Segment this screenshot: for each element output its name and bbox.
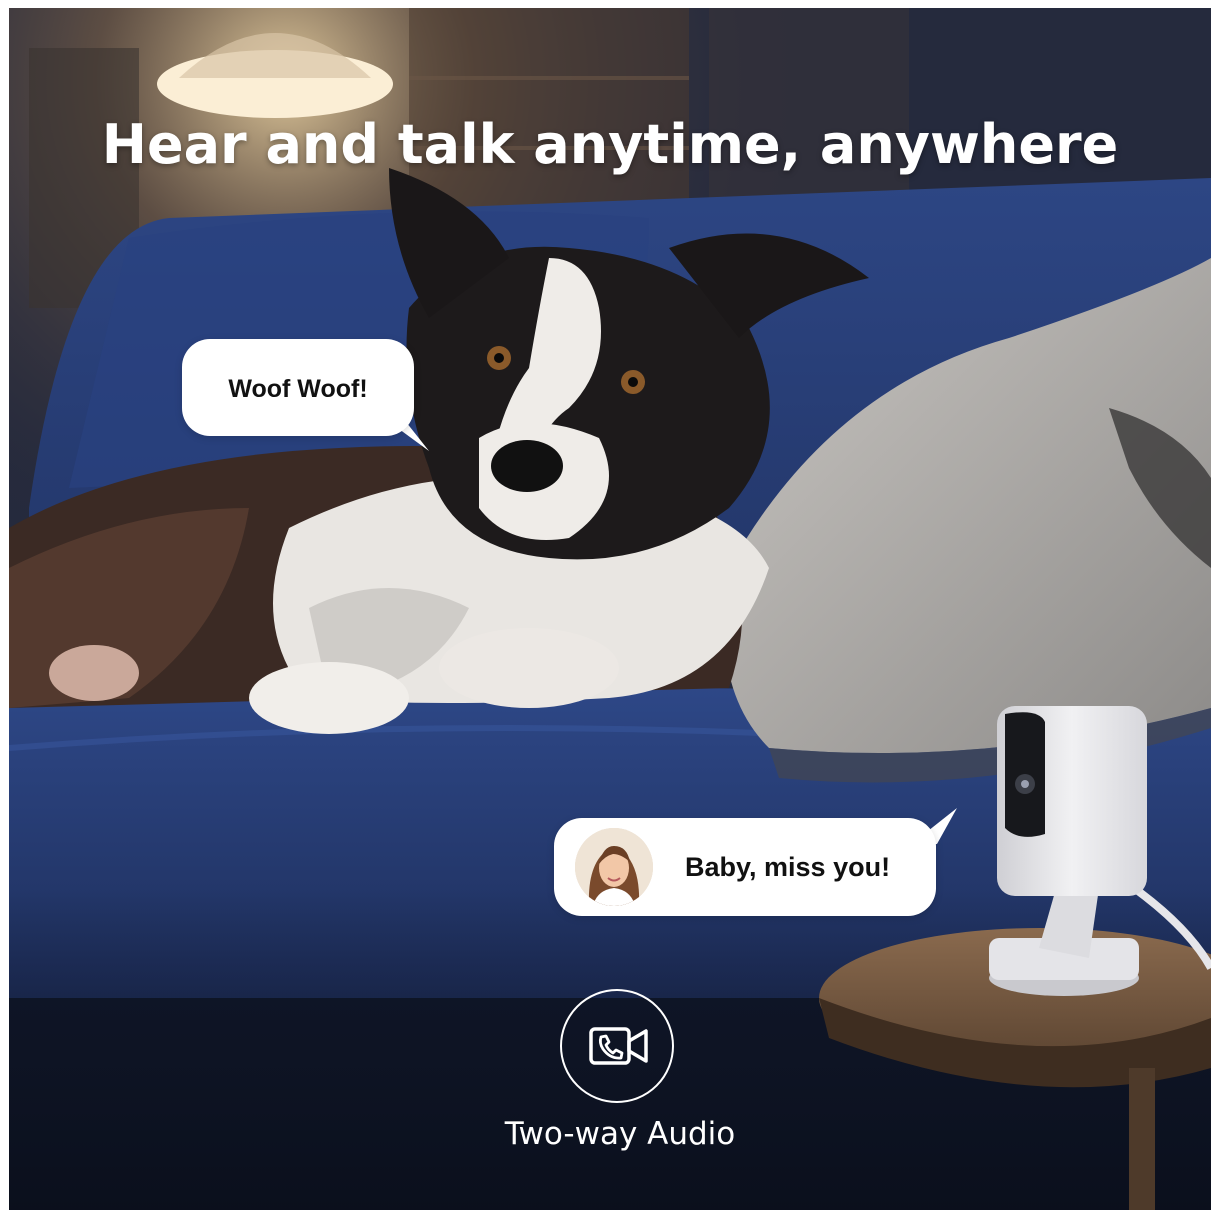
owner-bubble-text: Baby, miss you! — [685, 852, 891, 882]
owner-speech-bubble: Baby, miss you! — [554, 818, 936, 916]
woman-avatar-icon — [575, 828, 653, 906]
dog-speech-bubble: Woof Woof! — [182, 339, 414, 436]
video-call-icon — [560, 989, 674, 1103]
feature-label: Two-way Audio — [504, 1116, 736, 1152]
dog-bubble-text: Woof Woof! — [228, 375, 368, 403]
headline: Hear and talk anytime, anywhere — [101, 113, 1119, 176]
product-banner: Hear and talk anytime, anywhere Woof Woo… — [9, 8, 1211, 1210]
